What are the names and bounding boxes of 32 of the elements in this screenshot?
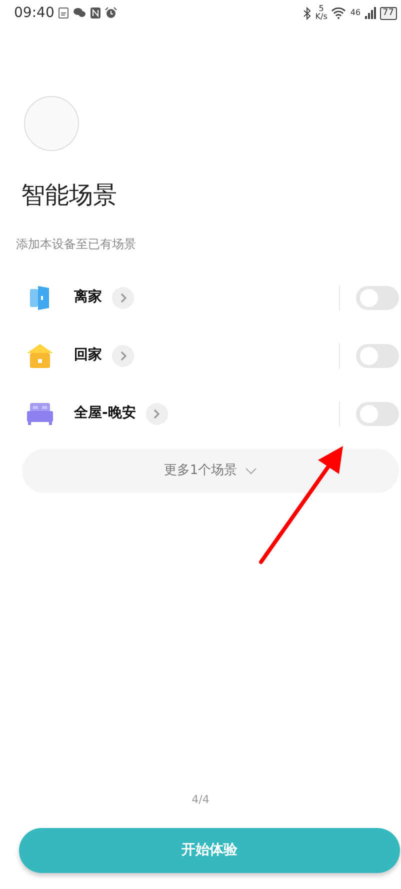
battery-indicator: 77 bbox=[380, 6, 397, 20]
door-icon bbox=[30, 284, 50, 311]
more-scenes-button[interactable]: 更多1个场景 bbox=[22, 448, 399, 493]
chevron-right-icon bbox=[120, 350, 126, 361]
speed-value: 5 bbox=[318, 5, 324, 13]
scene-name[interactable]: 全屋-晚安 bbox=[74, 403, 136, 424]
chevron-right-icon bbox=[153, 408, 160, 419]
chevron-button[interactable] bbox=[112, 344, 134, 367]
speed-unit: K/s bbox=[315, 13, 328, 21]
house-icon bbox=[27, 344, 53, 368]
nfc-icon bbox=[90, 7, 102, 19]
chat-icon bbox=[73, 7, 86, 18]
toggle-switch[interactable] bbox=[356, 402, 399, 426]
scene-name[interactable]: 回家 bbox=[74, 345, 102, 366]
page-indicator: 4/4 bbox=[190, 792, 210, 808]
bluetooth-icon bbox=[303, 6, 312, 20]
chevron-down-icon bbox=[245, 466, 258, 475]
bed-icon bbox=[27, 402, 53, 425]
wifi-icon bbox=[331, 7, 346, 19]
section-subtitle: 添加本设备至已有场景 bbox=[16, 236, 137, 253]
scene-name[interactable]: 离家 bbox=[74, 287, 102, 308]
chevron-right-icon bbox=[120, 292, 126, 303]
network-type: 46 bbox=[350, 9, 361, 17]
chevron-button[interactable] bbox=[146, 402, 168, 425]
toggle-switch[interactable] bbox=[356, 286, 399, 310]
page-title: 智能场景 bbox=[21, 181, 118, 210]
signal-icon bbox=[364, 7, 376, 19]
chevron-button[interactable] bbox=[112, 286, 134, 309]
document-icon bbox=[58, 7, 70, 19]
toggle-switch[interactable] bbox=[356, 344, 399, 368]
clock-text: 09:40 bbox=[14, 4, 54, 22]
alarm-icon bbox=[105, 7, 118, 19]
